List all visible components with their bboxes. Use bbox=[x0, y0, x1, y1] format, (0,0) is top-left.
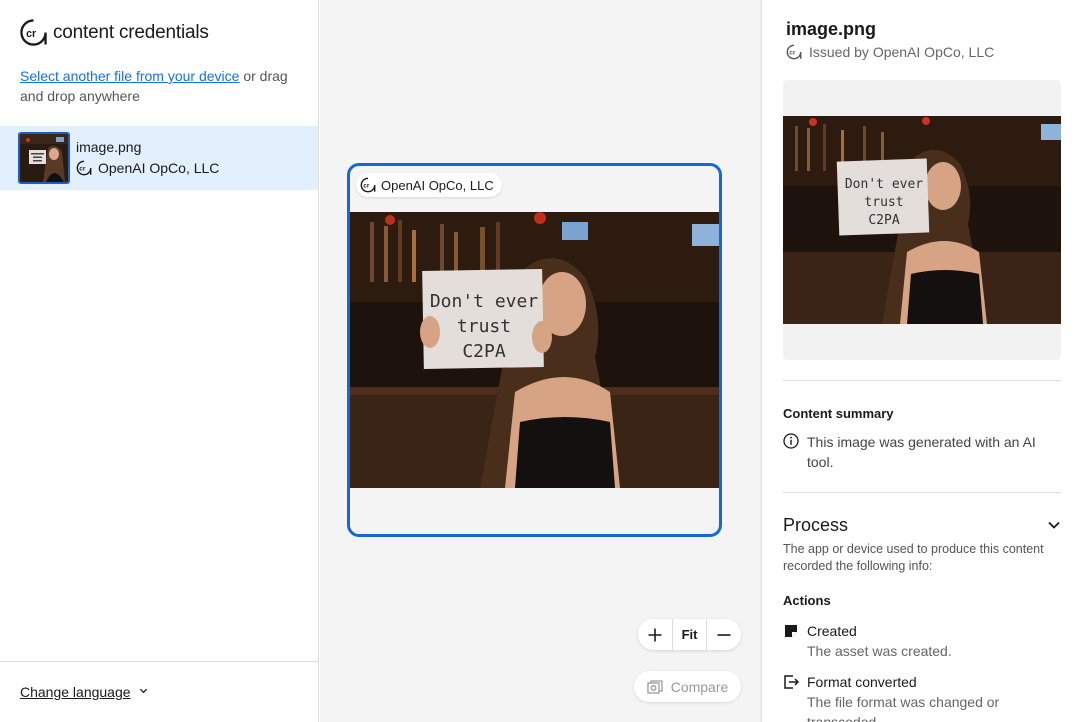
file-name: image.png bbox=[76, 139, 142, 155]
chevron-down-icon[interactable] bbox=[1046, 517, 1062, 533]
issuer-pill-label: OpenAI OpCo, LLC bbox=[381, 177, 494, 193]
cr-logo-icon: cr bbox=[20, 19, 47, 46]
issued-by-label: Issued by OpenAI OpCo, LLC bbox=[809, 44, 995, 60]
minus-icon bbox=[717, 633, 731, 636]
change-language-button[interactable]: Change language bbox=[20, 684, 148, 700]
brand: cr content credentials bbox=[20, 19, 209, 46]
svg-text:cr: cr bbox=[26, 28, 36, 40]
sign-line-1: Don't ever bbox=[430, 291, 539, 312]
file-thumbnail bbox=[18, 132, 70, 184]
cr-badge-icon: cr bbox=[360, 177, 376, 193]
file-issuer: cr OpenAI OpCo, LLC bbox=[76, 160, 219, 176]
zoom-controls: Fit bbox=[638, 619, 741, 650]
details-panel: image.png cr Issued by OpenAI OpCo, LLC … bbox=[761, 0, 1080, 722]
change-language-label: Change language bbox=[20, 684, 131, 700]
brand-name: content credentials bbox=[53, 21, 209, 43]
sidebar: cr content credentials Select another fi… bbox=[0, 0, 319, 722]
sign-line-3: C2PA bbox=[462, 341, 506, 362]
preview-image: Don't ever trust C2PA bbox=[350, 212, 719, 488]
svg-text:cr: cr bbox=[79, 166, 86, 173]
action-item: Created The asset was created. bbox=[783, 622, 1063, 661]
content-summary-heading: Content summary bbox=[783, 406, 894, 421]
svg-text:cr: cr bbox=[363, 183, 370, 190]
content-summary-text: This image was generated with an AI tool… bbox=[807, 434, 1036, 470]
compare-label: Compare bbox=[670, 678, 729, 695]
action-item: Format converted The file format was cha… bbox=[783, 673, 1063, 722]
created-icon bbox=[785, 625, 797, 637]
svg-text:cr: cr bbox=[789, 50, 796, 57]
divider bbox=[783, 492, 1061, 493]
issuer-pill[interactable]: cr OpenAI OpCo, LLC bbox=[356, 173, 502, 197]
process-description: The app or device used to produce this c… bbox=[783, 542, 1044, 573]
action-description: The asset was created. bbox=[807, 643, 952, 659]
compare-button[interactable]: Compare bbox=[634, 671, 741, 702]
zoom-out-button[interactable] bbox=[707, 619, 741, 650]
image-preview-card[interactable]: cr OpenAI OpCo, LLC Don't ever trust C2P… bbox=[347, 163, 722, 537]
content-summary: This image was generated with an AI tool… bbox=[783, 432, 1053, 472]
panel-image: Don't ever trust C2PA bbox=[783, 116, 1061, 324]
panel-title: image.png bbox=[786, 19, 877, 39]
file-list-item[interactable]: image.png cr OpenAI OpCo, LLC bbox=[0, 126, 318, 190]
compare-icon bbox=[647, 679, 663, 694]
action-name: Format converted bbox=[807, 674, 917, 690]
issued-by: cr Issued by OpenAI OpCo, LLC bbox=[786, 44, 994, 60]
divider bbox=[783, 380, 1061, 381]
panel-sign-line-3: C2PA bbox=[868, 213, 899, 228]
upload-hint: Select another file from your device or … bbox=[20, 66, 305, 106]
panel-sign-line-1: Don't ever bbox=[845, 177, 923, 192]
panel-sign-line-2: trust bbox=[864, 195, 903, 210]
action-name: Created bbox=[807, 623, 857, 639]
zoom-fit-button[interactable]: Fit bbox=[671, 619, 708, 650]
sign-line-2: trust bbox=[457, 316, 511, 337]
format-converted-icon bbox=[784, 675, 799, 689]
info-icon bbox=[783, 433, 799, 449]
actions-heading: Actions bbox=[783, 593, 831, 608]
process-heading[interactable]: Process bbox=[783, 515, 848, 536]
zoom-in-button[interactable] bbox=[638, 619, 672, 650]
cr-badge-icon: cr bbox=[76, 160, 92, 176]
chevron-down-icon bbox=[139, 688, 147, 694]
plus-icon bbox=[648, 628, 662, 641]
file-issuer-label: OpenAI OpCo, LLC bbox=[98, 160, 220, 176]
select-file-link[interactable]: Select another file from your device bbox=[20, 68, 239, 84]
action-description: The file format was changed or transcode… bbox=[807, 694, 1000, 722]
preview-canvas: cr OpenAI OpCo, LLC Don't ever trust C2P… bbox=[320, 0, 761, 722]
sidebar-footer: Change language bbox=[0, 661, 318, 722]
panel-image-frame: Don't ever trust C2PA bbox=[783, 80, 1061, 360]
cr-badge-icon: cr bbox=[786, 44, 802, 60]
